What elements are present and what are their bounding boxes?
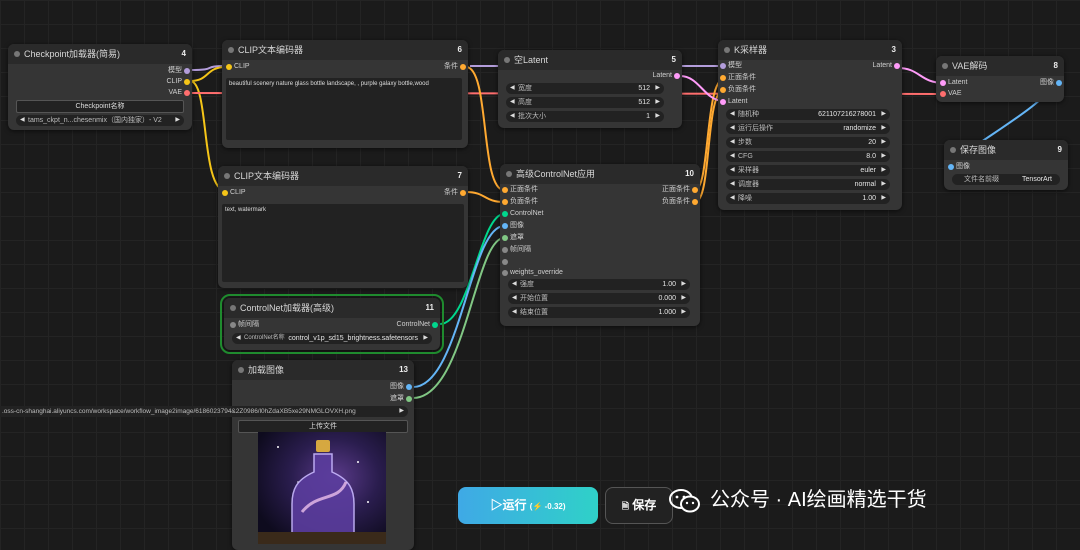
save-icon: 🗎 — [621, 501, 629, 511]
image-path-select[interactable]: .oss-cn-shanghai.aliyuncs.com/workspace/… — [0, 406, 408, 417]
vae-decode-node[interactable]: VAE解码 8 Latent VAE 图像 — [936, 56, 1064, 102]
node-id: 9 — [1057, 145, 1062, 154]
input-negative[interactable]: 负面条件 — [720, 85, 756, 95]
input-image[interactable]: 图像 — [948, 162, 970, 172]
node-title: ControlNet加载器(高级) — [240, 303, 335, 313]
arrow-right-icon[interactable]: ▶ — [175, 115, 180, 126]
collapse-dot[interactable] — [238, 367, 244, 373]
node-id: 4 — [181, 49, 186, 58]
node-title: K采样器 — [734, 45, 768, 55]
filename-prefix-widget[interactable]: 文件名前缀 TensorArt — [952, 174, 1060, 185]
node-id: 3 — [891, 45, 896, 54]
node-id: 10 — [685, 169, 694, 178]
controlnet-loader-node[interactable]: ControlNet加载器(高级) 11 帧间隔 ControlNet ◀ Cont… — [220, 294, 444, 354]
save-image-node[interactable]: 保存图像 9 图像 文件名前缀 TensorArt — [944, 140, 1068, 190]
collapse-dot[interactable] — [724, 47, 730, 53]
output-vae[interactable]: VAE — [169, 88, 190, 98]
wechat-icon — [669, 488, 700, 513]
collapse-dot[interactable] — [504, 57, 510, 63]
collapse-dot[interactable] — [14, 51, 20, 57]
preview-image — [258, 432, 386, 544]
checkpoint-select[interactable]: ◀ tams_ckpt_n...chesenmix（国内独家）- V2 ▶ — [16, 115, 184, 126]
collapse-dot[interactable] — [506, 171, 512, 177]
watermark: 公众号 · AI绘画精选干货 — [668, 484, 927, 516]
strength-widget[interactable]: ◀ 强度 1.00 ▶ — [508, 279, 690, 290]
output-controlnet[interactable]: ControlNet — [397, 320, 438, 330]
output-negative[interactable]: 负面条件 — [662, 197, 698, 207]
checkpoint-loader-node[interactable]: Checkpoint加载器(简易) 4 模型 CLIP VAE Checkpoin… — [8, 44, 192, 130]
clip-encoder-node-6[interactable]: CLIP文本编码器 6 CLIP 条件 beautiful scenery nat… — [222, 40, 468, 148]
empty-latent-node[interactable]: 空Latent 5 Latent ◀ 宽度 512 ▶ ◀ 高度 512 ▶ ◀ 批次大小 1 ▶ — [498, 50, 682, 128]
input-positive[interactable]: 正面条件 — [720, 73, 756, 83]
controlnet-name-select[interactable]: ◀ ControlNet名称 control_v1p_sd15_brightness… — [232, 333, 432, 344]
input-frame-interval[interactable]: 帧间隔 — [230, 320, 259, 330]
output-image[interactable]: 图像 — [1040, 78, 1062, 88]
ksampler-node[interactable]: K采样器 3 模型 正面条件 负面条件 Latent Latent ◀ 随机种 621… — [718, 40, 902, 210]
collapse-dot[interactable] — [224, 173, 230, 179]
input-negative[interactable]: 负面条件 — [502, 197, 538, 207]
output-mask[interactable]: 遮罩 — [390, 394, 412, 404]
collapse-dot[interactable] — [228, 47, 234, 53]
prompt-textarea[interactable]: beautiful scenery nature glass bottle la… — [226, 78, 462, 140]
output-model[interactable]: 模型 — [168, 66, 190, 76]
input-clip[interactable]: CLIP — [222, 188, 246, 198]
output-condition[interactable]: 条件 — [444, 188, 466, 198]
output-image[interactable]: 图像 — [390, 382, 412, 392]
save-button[interactable]: 🗎 保存 — [605, 487, 673, 524]
input-latent[interactable]: Latent — [720, 97, 747, 107]
node-id: 11 — [425, 303, 434, 312]
input-vae[interactable]: VAE — [940, 89, 962, 99]
node-id: 6 — [457, 45, 462, 54]
negative-prompt-textarea[interactable]: text, watermark — [222, 204, 464, 282]
scheduler-widget[interactable]: ◀ 调度器 normal ▶ — [726, 179, 890, 190]
checkpoint-name-button[interactable]: Checkpoint名称 — [16, 100, 184, 113]
cfg-widget[interactable]: ◀ CFG 8.0 ▶ — [726, 151, 890, 162]
node-title: 高级ControlNet应用 — [516, 169, 596, 179]
batch-size-widget[interactable]: ◀ 批次大小 1 ▶ — [506, 111, 664, 122]
node-title: 保存图像 — [960, 145, 997, 155]
sampler-widget[interactable]: ◀ 采样器 euler ▶ — [726, 165, 890, 176]
collapse-dot[interactable] — [230, 305, 236, 311]
output-latent[interactable]: Latent — [653, 71, 680, 81]
clip-encoder-node-7[interactable]: CLIP文本编码器 7 CLIP 条件 text, watermark — [218, 166, 468, 288]
node-title: CLIP文本编码器 — [238, 45, 304, 55]
start-percent-widget[interactable]: ◀ 开始位置 0.000 ▶ — [508, 293, 690, 304]
input-weights-override[interactable]: weights_override — [502, 268, 563, 278]
output-positive[interactable]: 正面条件 — [662, 185, 698, 195]
collapse-dot[interactable] — [942, 63, 948, 69]
bottle-illustration — [258, 440, 386, 544]
controlnet-apply-node[interactable]: 高级ControlNet应用 10 正面条件 负面条件 ControlNet 图像… — [500, 164, 700, 326]
input-controlnet[interactable]: ControlNet — [502, 209, 543, 219]
input-latent[interactable]: Latent — [940, 78, 967, 88]
node-id: 8 — [1053, 61, 1058, 70]
node-id: 13 — [399, 365, 408, 374]
input-frame-interval[interactable]: 帧间隔 — [502, 245, 531, 255]
steps-widget[interactable]: ◀ 步数 20 ▶ — [726, 137, 890, 148]
output-latent[interactable]: Latent — [873, 61, 900, 71]
input-mask[interactable]: 遮罩 — [502, 233, 524, 243]
height-widget[interactable]: ◀ 高度 512 ▶ — [506, 97, 664, 108]
node-title: VAE解码 — [952, 61, 988, 71]
node-title: Checkpoint加载器(简易) — [24, 49, 121, 59]
node-title: 加载图像 — [248, 365, 285, 375]
node-title: 空Latent — [514, 55, 549, 65]
input-model[interactable]: 模型 — [720, 61, 742, 71]
control-after-widget[interactable]: ◀ 运行后操作 randomize ▶ — [726, 123, 890, 134]
width-widget[interactable]: ◀ 宽度 512 ▶ — [506, 83, 664, 94]
seed-widget[interactable]: ◀ 随机种 621107216278001 ▶ — [726, 109, 890, 120]
arrow-left-icon[interactable]: ◀ — [20, 115, 25, 126]
node-id: 7 — [457, 171, 462, 180]
input-positive[interactable]: 正面条件 — [502, 185, 538, 195]
run-button[interactable]: ▷运行 (⚡ -0.32) — [458, 487, 598, 524]
end-percent-widget[interactable]: ◀ 结束位置 1.000 ▶ — [508, 307, 690, 318]
output-clip[interactable]: CLIP — [166, 77, 190, 87]
denoise-widget[interactable]: ◀ 降噪 1.00 ▶ — [726, 193, 890, 204]
node-title: CLIP文本编码器 — [234, 171, 300, 181]
input-image[interactable]: 图像 — [502, 221, 524, 231]
input-clip[interactable]: CLIP — [226, 62, 250, 72]
node-id: 5 — [671, 55, 676, 64]
collapse-dot[interactable] — [950, 147, 956, 153]
output-condition[interactable]: 条件 — [444, 62, 466, 72]
